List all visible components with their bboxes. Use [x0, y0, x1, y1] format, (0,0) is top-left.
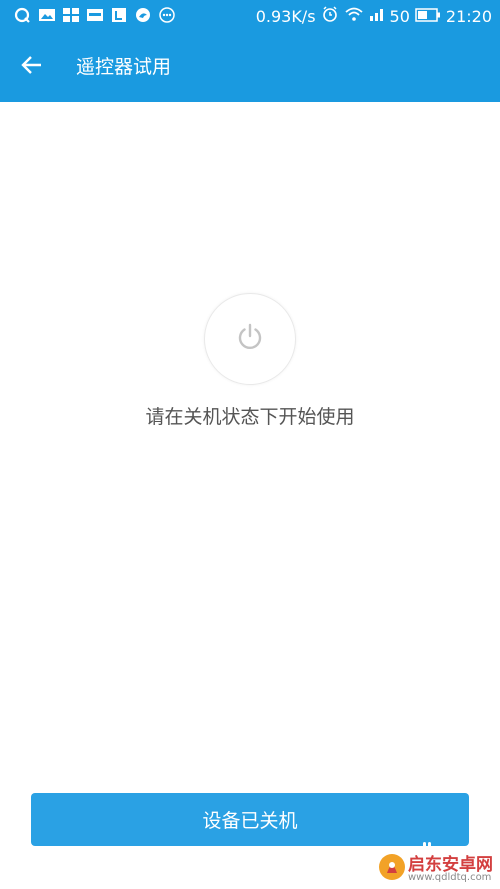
battery-icon — [415, 6, 441, 28]
notification-icons — [14, 7, 176, 23]
watermark-url: www.qdldtq.com — [408, 872, 492, 883]
page-title: 遥控器试用 — [76, 56, 172, 78]
dots-icon — [422, 836, 436, 850]
news-icon — [86, 7, 104, 23]
device-off-button[interactable]: 设备已关机 — [31, 793, 469, 846]
device-off-label: 设备已关机 — [202, 810, 298, 832]
arrow-left-icon — [21, 55, 43, 79]
watermark-logo-icon — [378, 853, 406, 881]
power-button[interactable] — [204, 293, 296, 385]
status-indicators: 0.93K/s 50 21:20 — [256, 5, 492, 29]
clock: 21:20 — [445, 7, 492, 26]
watermark: 启东安卓网 www.qdldtq.com — [378, 842, 500, 889]
alarm-icon — [321, 5, 339, 29]
status-bar: 0.93K/s 50 21:20 — [0, 0, 500, 32]
qq-icon — [14, 7, 32, 23]
grid-icon — [62, 7, 80, 23]
back-button[interactable] — [10, 45, 54, 89]
power-icon — [235, 322, 265, 356]
hint-text: 请在关机状态下开始使用 — [145, 406, 355, 428]
signal-icon — [369, 6, 385, 28]
wifi-icon — [344, 6, 364, 28]
more-dots-icon — [158, 7, 176, 23]
top-header: 0.93K/s 50 21:20 遥控器试用 — [0, 0, 500, 102]
bird-icon — [134, 7, 152, 23]
app-l-icon — [110, 7, 128, 23]
app-bar: 遥控器试用 — [0, 32, 500, 102]
image-icon — [38, 7, 56, 23]
battery-level: 50 — [389, 7, 410, 26]
net-speed: 0.93K/s — [255, 7, 316, 26]
